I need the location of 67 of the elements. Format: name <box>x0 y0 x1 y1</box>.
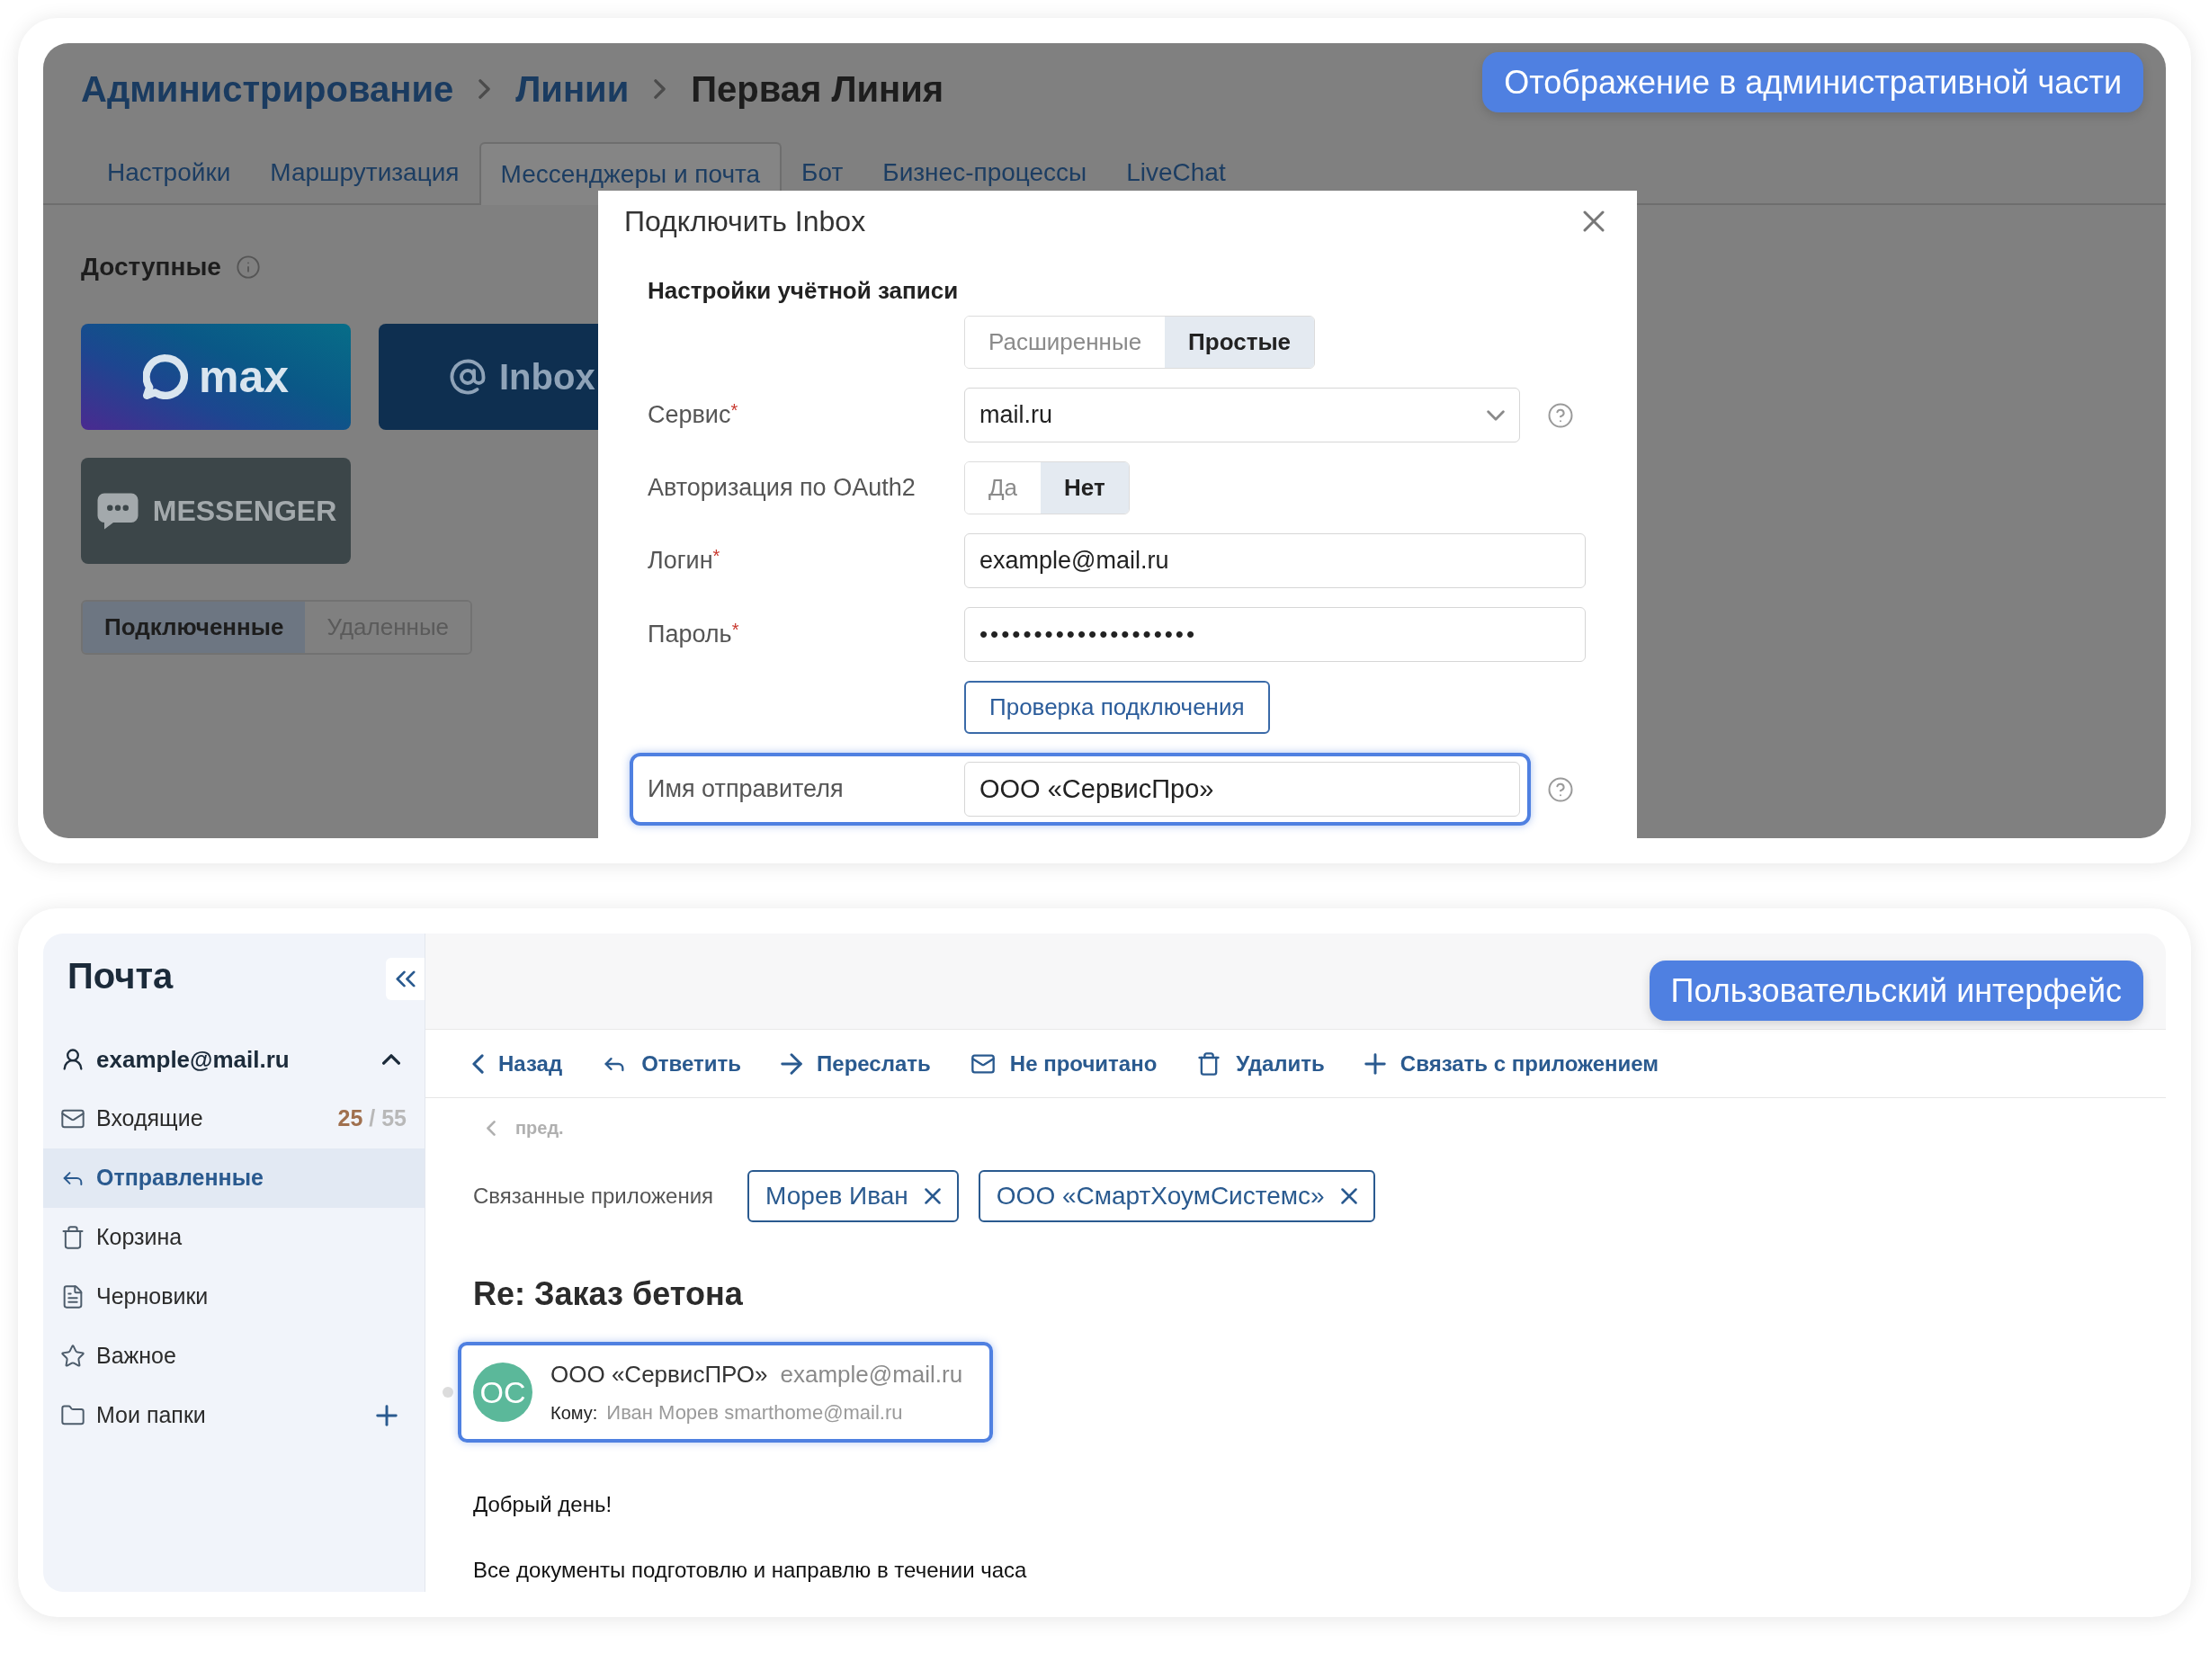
recipient-label: Кому: <box>550 1402 598 1425</box>
chevron-right-icon <box>478 79 491 99</box>
chat-bubble-icon <box>142 354 188 399</box>
collapse-button[interactable] <box>386 958 425 1000</box>
linked-apps-label: Связанные приложения <box>473 1183 714 1210</box>
field-label: Имя отправителя <box>648 775 844 803</box>
toolbar-button[interactable]: Переслать <box>781 1047 931 1080</box>
message-text: Добрый день! <box>473 1491 613 1518</box>
double-chevron-left-icon <box>395 970 416 987</box>
inbox-tile[interactable]: Inbox <box>379 324 598 430</box>
trash-icon <box>60 1225 85 1250</box>
chevron-down-icon <box>1487 409 1505 421</box>
remove-icon[interactable] <box>1340 1188 1357 1204</box>
password-field[interactable]: •••••••••••••••••••• <box>964 607 1586 662</box>
field-label: Сервис* <box>648 401 738 429</box>
message-count: 25 / 55 <box>337 1104 407 1133</box>
caption-badge: Пользовательский интерфейс <box>1649 961 2143 1021</box>
account-toggle[interactable]: example@mail.ru <box>43 1030 425 1089</box>
recipient: Иван Морев smarthome@mail.ru <box>606 1400 903 1425</box>
folder-item[interactable]: Отправленные <box>43 1148 425 1208</box>
max-tile[interactable]: max <box>81 324 351 430</box>
folder-item[interactable]: Важное <box>43 1327 425 1386</box>
at-sign-icon <box>449 358 487 396</box>
linked-app-chip[interactable]: Морев Иван <box>747 1170 959 1222</box>
field-label: Логин* <box>648 547 720 575</box>
text-field[interactable]: ООО «СервисПро» <box>964 762 1520 817</box>
field-label: Пароль* <box>648 621 739 648</box>
message-subject: Re: Заказ бетона <box>473 1274 743 1314</box>
toolbar-button[interactable]: Удалить <box>1196 1047 1325 1080</box>
chevron-left-icon <box>487 1120 496 1136</box>
folder-item[interactable]: Входящие 25 / 55 <box>43 1089 425 1148</box>
avatar: ОС <box>473 1363 532 1422</box>
caption-badge: Отображение в административной части <box>1482 52 2143 112</box>
linked-app-chip[interactable]: ООО «СмартХоумСистемс» <box>978 1170 1375 1222</box>
toolbar-button[interactable]: Назад <box>472 1047 563 1080</box>
chevron-left-icon <box>472 1053 484 1074</box>
sender-email: example@mail.ru <box>780 1360 963 1390</box>
breadcrumb-current: Первая Линия <box>691 68 944 111</box>
folder-item[interactable]: Мои папки <box>43 1386 425 1445</box>
segment-option[interactable]: Простые <box>1165 317 1315 368</box>
messenger-tile[interactable]: MESSENGER <box>81 458 351 564</box>
close-icon[interactable] <box>1583 210 1605 232</box>
toolbar-button[interactable]: Ответить <box>602 1047 742 1080</box>
chevron-right-icon <box>654 79 666 99</box>
folder-item[interactable]: Черновики <box>43 1267 425 1327</box>
dialog-title: Подключить Inbox <box>624 204 866 239</box>
toolbar-button[interactable]: Не прочитано <box>970 1047 1158 1080</box>
field-label: Авторизация по OAuth2 <box>648 474 916 502</box>
select-field[interactable]: mail.ru <box>964 388 1520 442</box>
star-icon <box>60 1344 85 1369</box>
text-field[interactable]: example@mail.ru <box>964 533 1586 588</box>
toolbar-button[interactable]: Связать с приложением <box>1364 1047 1659 1080</box>
connection-check-button[interactable]: Проверка подключения <box>964 681 1270 734</box>
help-icon[interactable] <box>1547 775 1574 803</box>
plus-icon <box>1364 1052 1386 1075</box>
section-heading: Настройки учётной записи <box>648 276 959 305</box>
sidebar-title: Почта <box>67 955 174 997</box>
message-text: Все документы подготовлю и направлю в течении часа <box>473 1557 1027 1584</box>
segment-option[interactable]: Нет <box>1041 462 1129 514</box>
arrow-right-icon <box>781 1052 803 1075</box>
remove-icon[interactable] <box>924 1188 941 1204</box>
folder-item[interactable]: Корзина <box>43 1208 425 1267</box>
segment-option[interactable]: Подключенные <box>83 602 306 653</box>
section-title: Доступные <box>81 252 221 282</box>
add-icon[interactable] <box>376 1405 398 1426</box>
help-icon[interactable] <box>1547 401 1574 429</box>
sender-name: ООО «СервисПРО» <box>550 1360 768 1390</box>
